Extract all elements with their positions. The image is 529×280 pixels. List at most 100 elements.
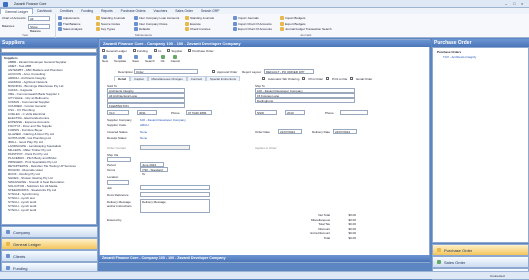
terms-label: Terms [107,168,116,172]
app-icon [3,1,8,7]
subtab[interactable]: Special Instructions [206,76,241,81]
total-label: Total [323,235,330,240]
supplier-code-label: Supplier Code [107,123,127,127]
total-label: Total Tax [318,222,330,226]
suppliers-panel-title: Suppliers [0,39,98,47]
print-to-file-checkbox[interactable] [326,77,330,80]
close-icon[interactable]: × [521,1,523,6]
mode-radio[interactable] [102,49,105,52]
toolbar-new-button[interactable]: New [102,55,108,63]
sold-to-line[interactable]: FLEMINGTON [107,103,185,108]
po-tree-item[interactable]: TCX - Architects Integrity [443,55,476,59]
ribbon-item-5-2[interactable]: Journal budget Transaction Search [280,27,332,31]
ribbon-item-3-2[interactable]: Check Invoices [185,27,210,31]
auto-tab-checkbox[interactable] [262,77,265,80]
docs-input[interactable] [140,192,210,197]
ribbon-item-0-1[interactable]: Trial Balance [58,21,80,26]
ribbon: Chart of Accounts All Balances Show Bala… [0,14,529,38]
chart-select[interactable]: All [28,16,50,21]
location-input[interactable] [107,180,129,185]
mode-radio[interactable] [188,49,192,52]
nav-clients[interactable]: Clients [1,250,98,262]
toolbar-ok-button[interactable]: Ok [160,55,165,63]
toolbar-search-button[interactable]: Search [145,55,155,63]
nav-company[interactable]: Company [1,226,98,238]
report-layout-select[interactable]: DEFAULT - PO ORDER 1PP [264,69,314,74]
delivery-date-input[interactable]: 22/07/2024 [333,129,357,134]
ship-phone[interactable] [340,110,368,115]
receipt-link[interactable]: None [140,136,147,140]
ribbon-item-5-0[interactable]: Import Budgets [280,16,305,20]
ribbon-item-icon [185,21,189,26]
supplier-item[interactable]: SYNCH - synch test4 [2,208,96,212]
toolbar-template-button[interactable]: Template [114,55,126,63]
po-tree-root[interactable]: Purchase Orders [437,50,461,54]
ribbon-item-5-1[interactable]: Export Budgets [280,21,306,26]
mode-option[interactable]: General Ledger [102,49,127,53]
ship-postcode[interactable]: 2010 [285,110,305,115]
subtab[interactable]: Miscellaneous Charges [147,76,187,81]
subtab[interactable]: Detail [114,76,131,81]
ribbon-item-4-2[interactable]: Export Chart Of Accounts [233,27,272,31]
show-balance-select[interactable]: Show Balance [28,24,50,33]
order-date-label: Order Date [255,130,270,134]
ribbon-item-4-1[interactable]: Import Chart Of Accounts [233,21,272,26]
mode-radio[interactable] [132,49,136,52]
toolbar-cancel-button[interactable]: Cancel [171,55,180,63]
ship-via-input[interactable] [107,157,131,162]
description-input[interactable]: Order [134,69,198,74]
ribbon-item-label: Inter Company Loan Accounts [139,16,180,20]
ribbon-item-0-2[interactable]: Sales Analysis [58,27,82,31]
subtab[interactable]: Contract [186,76,207,81]
total-row: Discount $0.00 [310,227,356,231]
mode-option[interactable]: Funding [132,49,148,53]
approval-checkbox[interactable] [212,70,215,73]
order-date-input[interactable]: 21/07/2024 [278,129,302,134]
mode-radio[interactable] [167,49,171,52]
ribbon-item-4-0[interactable]: Import Journals [233,16,259,20]
minimize-icon[interactable]: – [505,1,507,6]
delivery-message-label: Delivery Message and/or Instructions [107,200,132,208]
total-label: Discount [318,226,330,231]
mode-option[interactable]: Purchase Order [188,49,214,53]
ribbon-item-1-0[interactable]: Standing Journals [96,16,125,20]
ship-to-line[interactable]: Darlinghurst [255,98,355,103]
order-contact-select[interactable] [140,145,190,150]
mode-option[interactable]: Cc [153,49,161,53]
sold-postcode[interactable]: 3031 [137,110,157,115]
mode-option[interactable]: Supplier [167,49,182,53]
ribbon-item-icon [233,27,237,31]
sold-phone[interactable]: 07 5446 3896 [186,110,212,115]
nav-purchase-order[interactable]: Purchase Order [432,244,529,256]
ribbon-item-1-2[interactable]: Key Types [96,27,115,31]
toolbar-save-button[interactable]: Save [132,55,139,63]
print-order-checkbox[interactable] [302,77,306,80]
suppliers-search-input[interactable] [1,48,97,53]
supplier-code-link[interactable]: ARCH [140,123,149,127]
maximize-icon[interactable]: □ [513,1,515,6]
nav-sales-order[interactable]: Sales Order [432,256,529,268]
toolbar-label: Ok [160,59,165,63]
supplier-company-link[interactable]: 100 - Zavanti Developer Company [140,118,186,122]
ribbon-item-2-1[interactable]: Inter Company Flows [134,21,167,26]
nav-label: Purchase Order [444,247,473,253]
ribbon-item-0-0[interactable]: Adjustments [58,16,80,20]
invoiced-link[interactable]: None [140,130,147,134]
ribbon-item-3-1[interactable]: Execute [185,21,201,26]
email-order-checkbox[interactable] [350,77,354,80]
ship-state[interactable]: NSW [255,110,277,115]
ribbon-item-3-0[interactable]: Standing Journals [185,16,214,20]
mode-radio[interactable] [153,49,157,52]
nav-general-ledger[interactable]: General Ledger [1,238,98,250]
nav-label: Sales Order [444,259,466,265]
terms-select[interactable]: 7/30 - Standard Te [140,167,168,176]
delivery-message-input[interactable]: Delivery Message [140,199,210,213]
ribbon-item-2-0[interactable]: Inter Company Loan Accounts [134,16,179,20]
ribbon-item-2-2[interactable]: Defaults [134,27,150,31]
job-input[interactable] [140,185,210,190]
print-to-file-label: Print to File [332,77,348,81]
ribbon-item-1-1[interactable]: Source Codes [96,21,120,26]
sold-state[interactable]: VLC [107,110,129,115]
ribbon-item-label: Export Budgets [285,21,306,26]
subtab[interactable]: Capital [130,76,148,81]
